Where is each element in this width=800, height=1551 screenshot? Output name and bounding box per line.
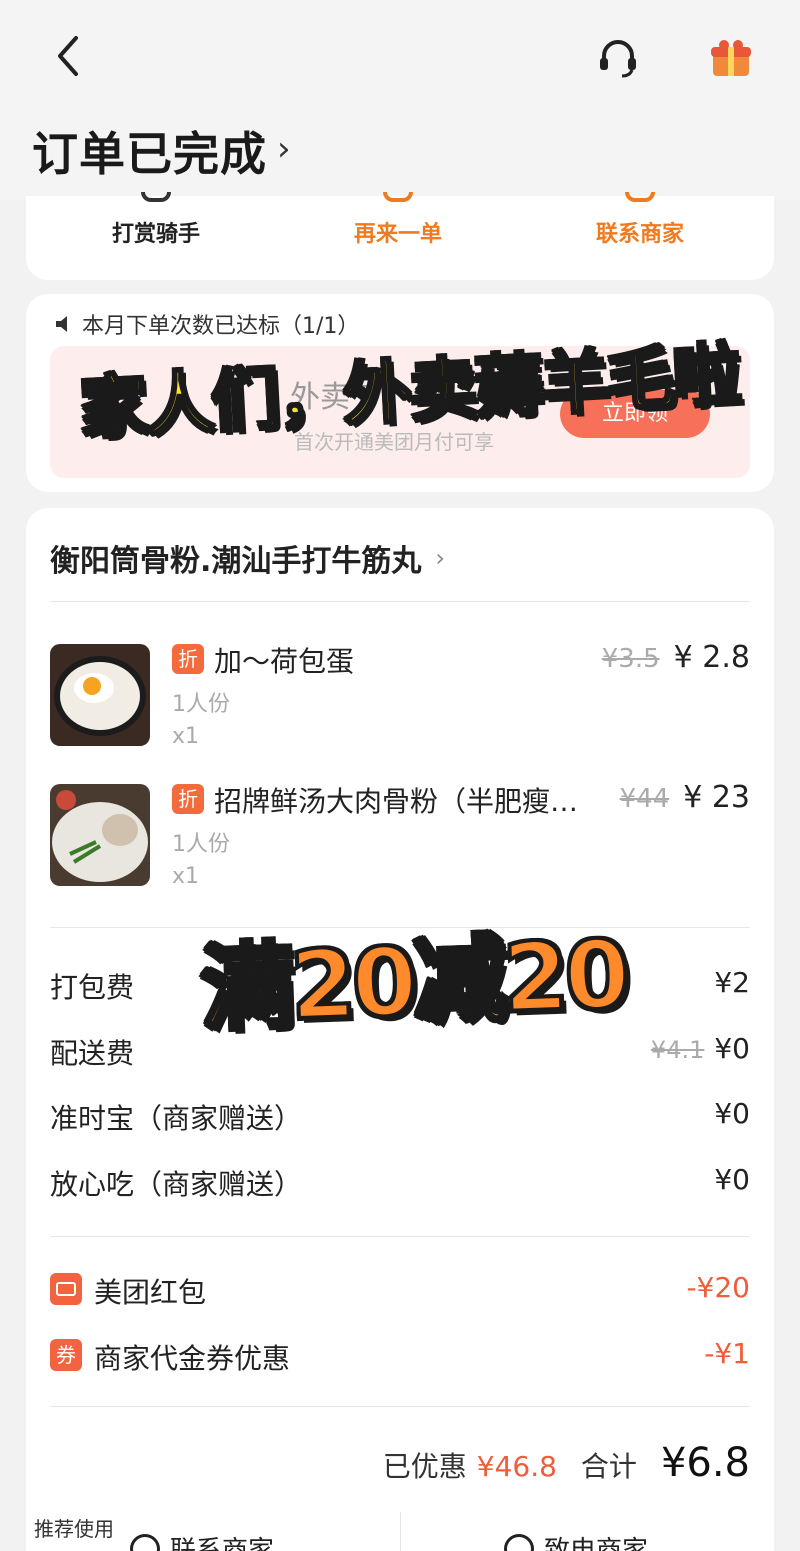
- recommend-label: 推荐使用: [26, 1512, 122, 1546]
- discount-value: -¥20: [686, 1271, 750, 1304]
- reorder-icon: [383, 192, 413, 202]
- contact-merchant-button[interactable]: 联系商家: [596, 192, 685, 248]
- call-merchant-button[interactable]: 致电商家: [504, 1530, 648, 1551]
- promo-notice-text: 本月下单次数已达标（1/1）: [82, 314, 360, 339]
- fee-label: 放心吃（商家赠送）: [50, 1168, 303, 1201]
- item-original-price: ¥44: [619, 784, 670, 814]
- tip-rider-button[interactable]: 打赏骑手: [112, 192, 201, 248]
- quick-actions-card: 打赏骑手 再来一单 联系商家: [26, 192, 774, 280]
- chevron-right-icon: ›: [277, 129, 292, 169]
- store-name-link[interactable]: 衡阳筒骨粉.潮汕手打牛筋丸 ›: [50, 536, 445, 580]
- discount-label: 美团红包: [94, 1276, 207, 1309]
- item-final-price: ¥ 2.8: [673, 640, 750, 675]
- total-value: ¥6.8: [660, 1440, 750, 1486]
- fee-value: ¥2: [714, 966, 750, 999]
- divider: [50, 601, 750, 602]
- promo-notice: 本月下单次数已达标（1/1）: [54, 308, 359, 340]
- discount-row-red-envelope: 美团红包 -¥20: [50, 1271, 750, 1311]
- fee-value-group: ¥0: [704, 1163, 750, 1196]
- fee-value: ¥0: [714, 1032, 750, 1065]
- item-original-price: ¥3.5: [601, 644, 660, 674]
- contact-merchant-label: 联系商家: [596, 222, 685, 247]
- fee-value: ¥0: [714, 1163, 750, 1196]
- saved-label: 已优惠: [382, 1450, 467, 1483]
- contact-merchant-bottom-button[interactable]: 联系商家: [130, 1530, 274, 1551]
- fee-row-on-time[interactable]: 准时宝（商家赠送） ¥0: [50, 1097, 750, 1137]
- deal-caption-overlay: 满20减20: [197, 919, 630, 1047]
- tip-rider-label: 打赏骑手: [112, 222, 201, 247]
- store-name: 衡阳筒骨粉.潮汕手打牛筋丸: [50, 544, 422, 579]
- bottom-left-label: 联系商家: [170, 1536, 275, 1551]
- item-thumbnail: [50, 784, 150, 886]
- store-icon: [625, 192, 655, 202]
- chevron-right-icon: ›: [435, 544, 446, 572]
- fee-value-group: ¥0: [704, 1097, 750, 1130]
- fee-value-group: ¥2: [704, 966, 750, 999]
- fee-label: 打包费: [50, 971, 135, 1004]
- item-portion: 1人份: [172, 832, 230, 857]
- back-icon[interactable]: [48, 32, 88, 80]
- item-quantity: x1: [172, 724, 200, 749]
- header: 订单已完成 ›: [0, 0, 800, 200]
- discount-badge: 折: [172, 784, 204, 814]
- order-total: 已优惠 ¥46.8 合计 ¥6.8: [50, 1440, 750, 1490]
- item-final-price: ¥ 23: [683, 780, 750, 815]
- fee-label: 配送费: [50, 1037, 135, 1070]
- item-quantity: x1: [172, 864, 200, 889]
- gift-box-icon[interactable]: [710, 38, 752, 78]
- item-portion: 1人份: [172, 692, 230, 717]
- fee-label: 准时宝（商家赠送）: [50, 1102, 303, 1135]
- order-item[interactable]: 折 招牌鲜汤大肉骨粉（半肥瘦… 1人份 x1 ¥44 ¥ 23: [50, 780, 750, 889]
- item-price: ¥3.5 ¥ 2.8: [602, 640, 750, 675]
- fee-row-food-safety[interactable]: 放心吃（商家赠送） ¥0: [50, 1163, 750, 1203]
- reorder-button[interactable]: 再来一单: [354, 192, 443, 248]
- divider: [400, 1512, 401, 1551]
- fee-original: ¥4.1: [650, 1036, 705, 1064]
- saved-value: ¥46.8: [476, 1450, 557, 1483]
- divider: [50, 1236, 750, 1237]
- discount-badge: 折: [172, 644, 204, 674]
- discount-value: -¥1: [704, 1337, 750, 1370]
- customer-service-icon[interactable]: [596, 36, 640, 80]
- order-item[interactable]: 折 加～荷包蛋 1人份 x1 ¥3.5 ¥ 2.8: [50, 640, 750, 749]
- speaker-icon: [56, 316, 67, 332]
- tip-icon: [141, 192, 171, 202]
- item-price: ¥44 ¥ 23: [620, 780, 750, 815]
- item-thumbnail: [50, 644, 150, 746]
- red-envelope-icon: [50, 1273, 82, 1305]
- discount-row-coupon: 券 商家代金券优惠 -¥1: [50, 1337, 750, 1377]
- item-name: 加～荷包蛋: [214, 645, 355, 678]
- phone-icon: [504, 1533, 534, 1551]
- coupon-icon: 券: [50, 1339, 82, 1371]
- divider: [50, 1406, 750, 1407]
- chat-icon: [130, 1533, 160, 1551]
- order-status-text: 订单已完成: [32, 127, 267, 181]
- bottom-right-label: 致电商家: [544, 1536, 649, 1551]
- total-label: 合计: [580, 1450, 637, 1483]
- fee-value: ¥0: [714, 1097, 750, 1130]
- discount-label: 商家代金券优惠: [94, 1342, 291, 1375]
- fee-value-group: ¥4.1 ¥0: [651, 1032, 750, 1065]
- order-status-title[interactable]: 订单已完成 ›: [32, 118, 292, 184]
- reorder-label: 再来一单: [354, 222, 443, 247]
- item-name: 招牌鲜汤大肉骨粉（半肥瘦…: [214, 785, 579, 818]
